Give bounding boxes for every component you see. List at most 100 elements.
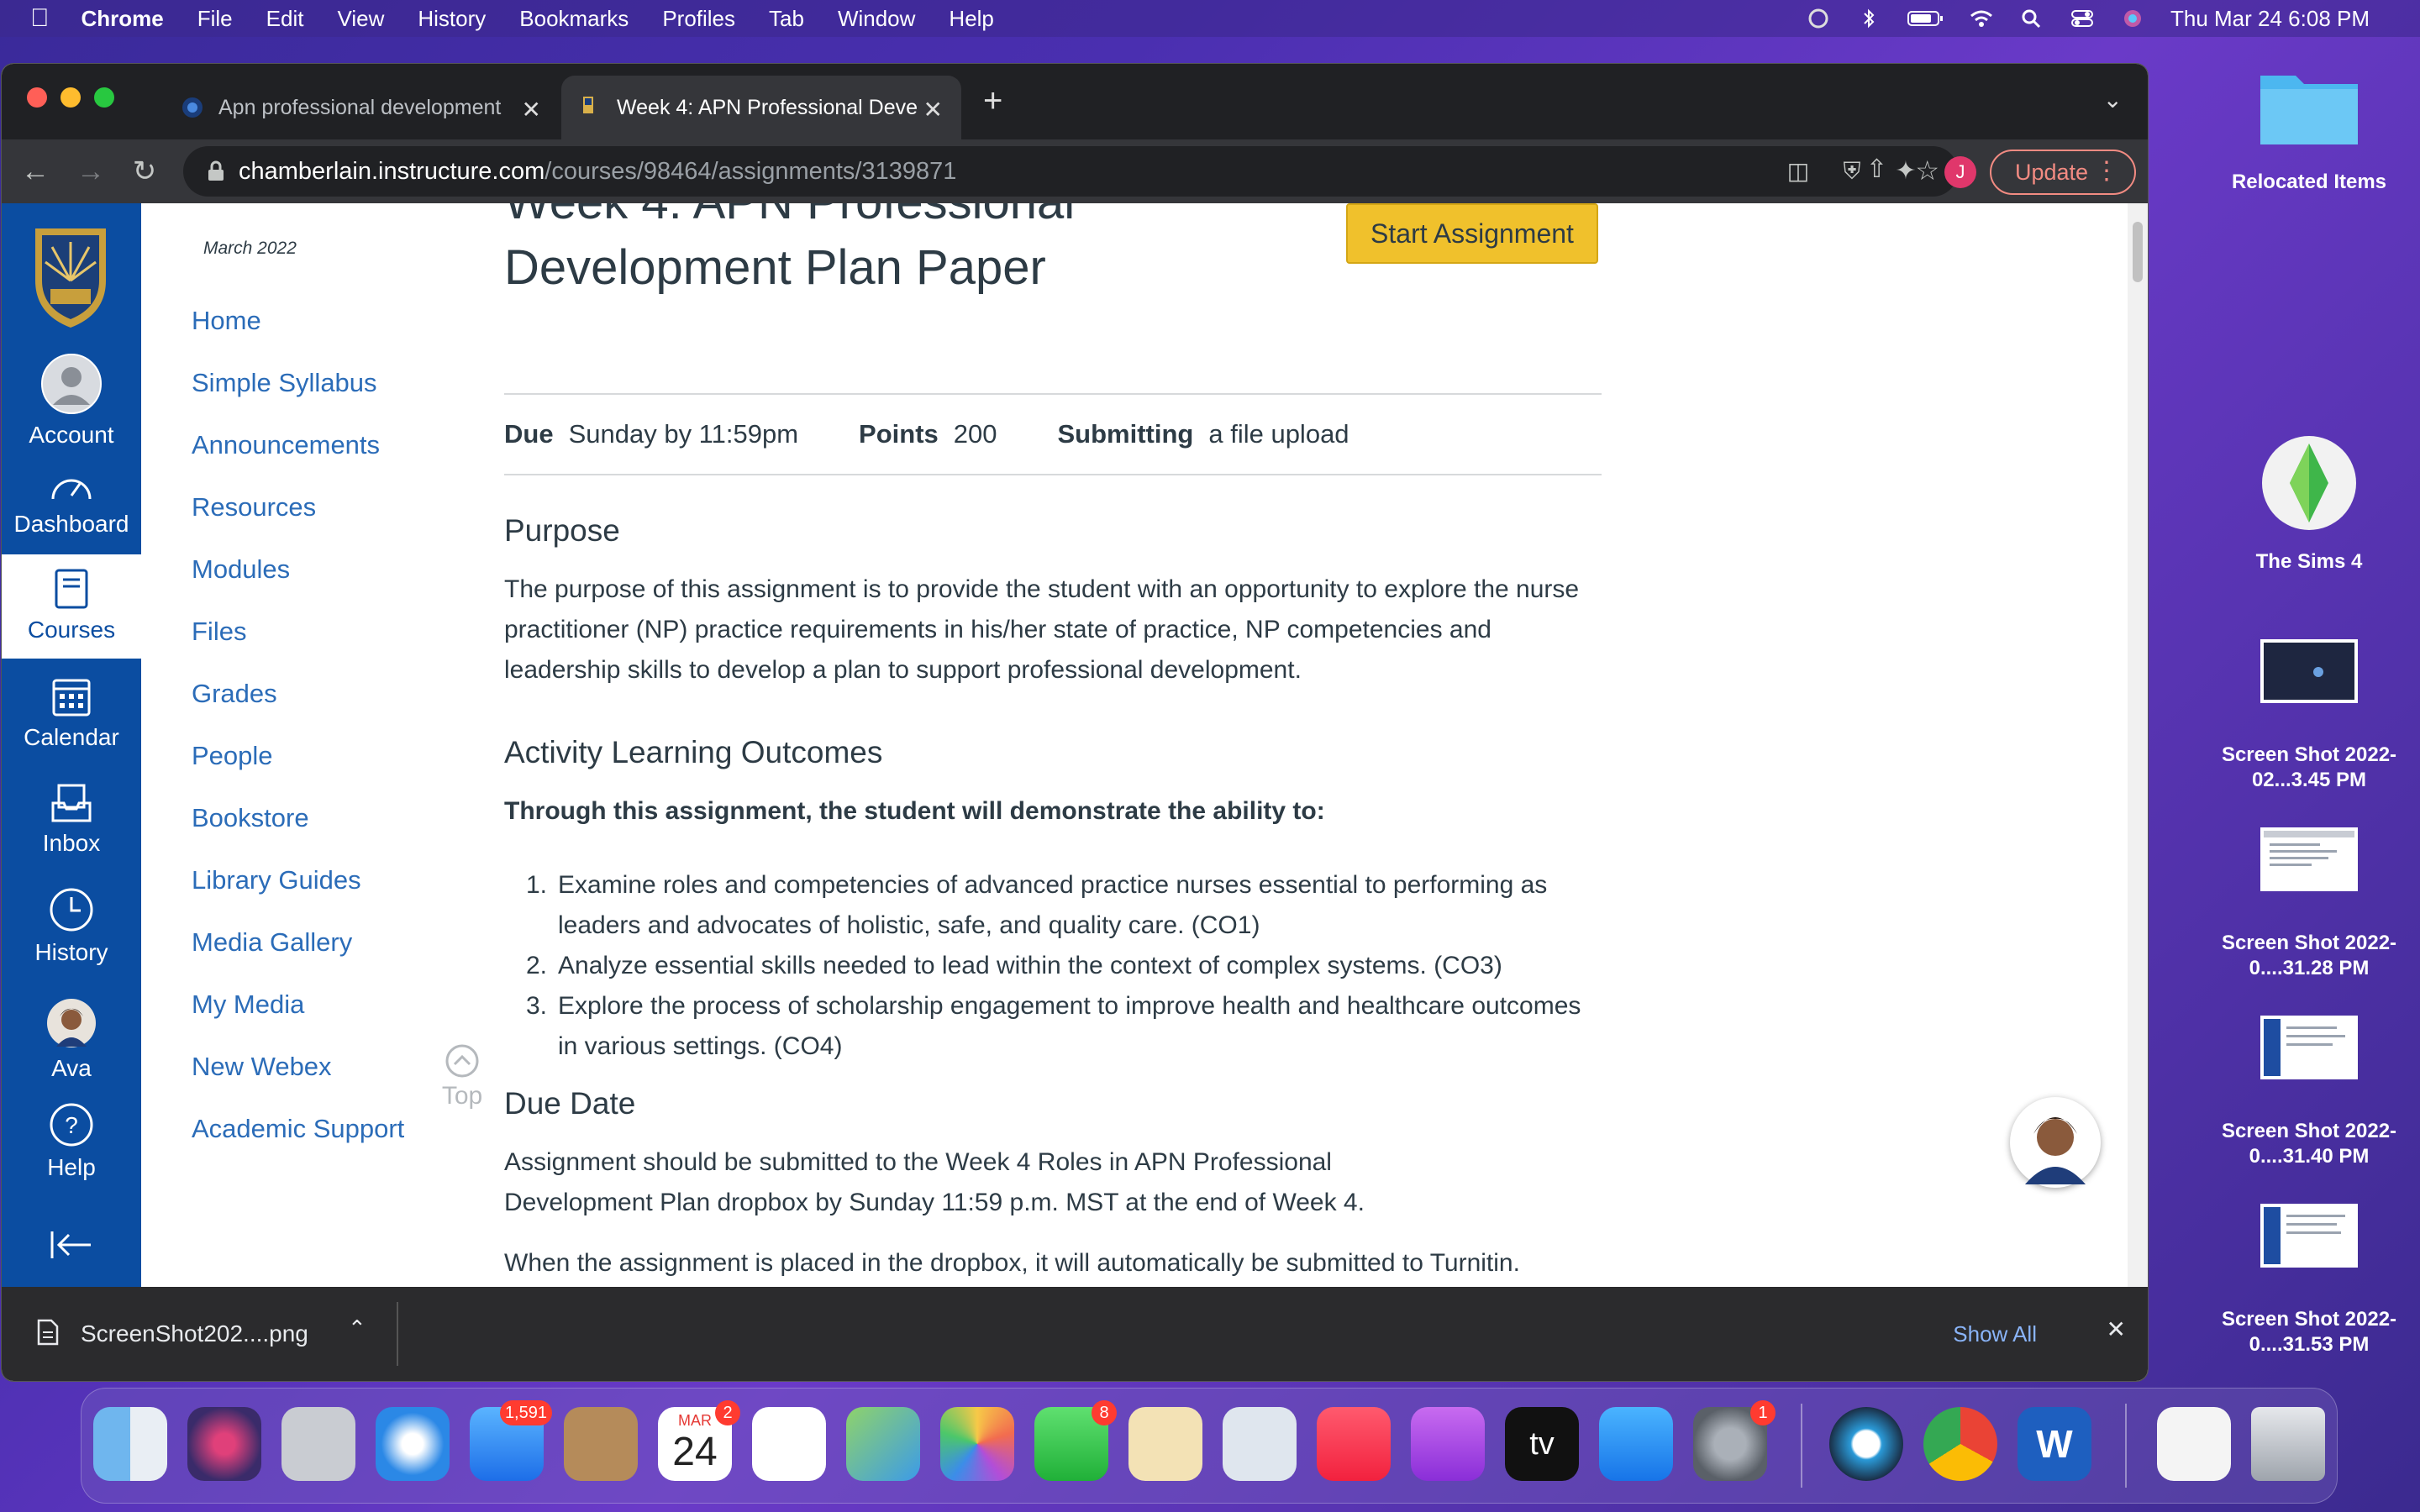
course-nav-grades[interactable]: Grades [192, 679, 277, 709]
global-nav-help[interactable]: ? Help [2, 1102, 141, 1181]
course-nav-simple-syllabus[interactable]: Simple Syllabus [192, 368, 377, 398]
calendar-app-icon[interactable]: MAR 24 2 [658, 1400, 740, 1481]
extension-translate-icon[interactable]: ◫ [1781, 155, 1815, 188]
lock-icon[interactable] [207, 160, 225, 182]
microsoft-word-icon[interactable]: W [2018, 1407, 2091, 1481]
global-nav-calendar[interactable]: Calendar [2, 675, 141, 751]
course-nav-home[interactable]: Home [192, 306, 261, 336]
collapse-nav-icon[interactable] [49, 1228, 94, 1262]
trash-icon[interactable] [2251, 1407, 2325, 1481]
desktop-item-sims-4[interactable]: The Sims 4 [2217, 433, 2402, 575]
start-assignment-button[interactable]: Start Assignment [1346, 203, 1598, 264]
new-tab-button[interactable]: + [983, 82, 1002, 120]
desktop-item-screenshot-1[interactable]: Screen Shot 2022-02...3.45 PM [2217, 638, 2402, 793]
download-item[interactable]: ScreenShot202....png [81, 1320, 308, 1347]
desktop-item-screenshot-3[interactable]: Screen Shot 2022-0....31.40 PM [2217, 1015, 2402, 1169]
apple-menu-icon[interactable]:  [30, 4, 50, 33]
launchpad-icon[interactable] [281, 1407, 355, 1481]
menu-bar-clock[interactable]: Thu Mar 24 6:08 PM [2170, 6, 2370, 32]
close-tab-icon[interactable]: ✕ [923, 96, 943, 123]
global-nav-dashboard[interactable]: Dashboard [2, 469, 141, 538]
spotlight-search-icon[interactable] [2019, 8, 2044, 29]
pages-icon[interactable] [1128, 1407, 1202, 1481]
screen-recorder-icon[interactable] [1829, 1407, 1903, 1481]
address-bar[interactable]: chamberlain.instructure.com /courses/984… [183, 146, 1958, 197]
tab-apn-professional-development[interactable]: Apn professional development ✕ [168, 76, 560, 139]
menu-profiles[interactable]: Profiles [662, 6, 735, 32]
downloads-stack-icon[interactable] [2157, 1407, 2231, 1481]
extension-shield-icon[interactable]: ⛨ [1835, 155, 1869, 188]
close-tab-icon[interactable]: ✕ [522, 96, 541, 123]
menu-tab[interactable]: Tab [769, 6, 804, 32]
tab-week4-assignment[interactable]: Week 4: APN Professional Deve ✕ [561, 76, 961, 139]
facetime-icon[interactable]: 8 [1034, 1400, 1117, 1481]
forward-arrow-icon[interactable]: → [74, 155, 108, 188]
tab-search-chevron-down-icon[interactable]: ⌄ [2103, 86, 2123, 113]
battery-icon[interactable] [1907, 8, 1944, 29]
global-nav-courses[interactable]: Courses [2, 554, 141, 659]
back-to-top-link[interactable]: Top [439, 1043, 486, 1110]
wifi-icon[interactable] [1969, 8, 1994, 29]
finder-icon[interactable] [93, 1407, 167, 1481]
global-nav-history[interactable]: History [2, 887, 141, 966]
course-nav-library-guides[interactable]: Library Guides [192, 865, 361, 895]
menu-help[interactable]: Help [949, 6, 993, 32]
siri-app-icon[interactable] [187, 1407, 261, 1481]
chevron-up-icon[interactable]: ⌃ [348, 1315, 366, 1341]
menu-edit[interactable]: Edit [266, 6, 304, 32]
close-window-button[interactable] [27, 87, 47, 108]
menu-view[interactable]: View [337, 6, 384, 32]
menu-bookmarks[interactable]: Bookmarks [519, 6, 629, 32]
global-nav-account[interactable]: Account [2, 353, 141, 449]
course-nav-announcements[interactable]: Announcements [192, 430, 380, 460]
chrome-icon[interactable] [1923, 1407, 1997, 1481]
desktop-item-relocated-items[interactable]: Relocated Items [2217, 64, 2402, 195]
mail-icon[interactable]: 1,591 [470, 1400, 552, 1481]
course-nav-files[interactable]: Files [192, 617, 246, 647]
zoom-window-button[interactable] [94, 87, 114, 108]
course-nav-new-webex[interactable]: New Webex [192, 1052, 332, 1082]
creative-cloud-icon[interactable] [1806, 8, 1831, 29]
menu-window[interactable]: Window [838, 6, 915, 32]
app-store-icon[interactable] [1599, 1407, 1673, 1481]
menu-file[interactable]: File [197, 6, 233, 32]
ava-chat-bubble[interactable] [2010, 1097, 2101, 1188]
course-nav-resources[interactable]: Resources [192, 492, 316, 522]
keynote-icon[interactable] [1223, 1407, 1297, 1481]
extensions-puzzle-icon[interactable]: ✦ [1889, 155, 1923, 188]
photos-icon[interactable] [940, 1407, 1014, 1481]
system-preferences-icon[interactable]: 1 [1693, 1400, 1776, 1481]
safari-icon[interactable] [376, 1407, 450, 1481]
apple-tv-icon[interactable]: tv [1505, 1407, 1579, 1481]
bluetooth-icon[interactable] [1856, 8, 1881, 29]
contacts-icon[interactable] [564, 1407, 638, 1481]
maps-icon[interactable] [846, 1407, 920, 1481]
page-scrollbar[interactable] [2128, 203, 2148, 1287]
kebab-menu-icon[interactable]: ⋮ [2094, 156, 2119, 186]
institution-logo[interactable] [27, 222, 114, 331]
reload-icon[interactable]: ↻ [128, 155, 161, 188]
course-nav-people[interactable]: People [192, 741, 273, 771]
share-icon[interactable]: ⇧ [1866, 155, 1887, 184]
desktop-item-screenshot-2[interactable]: Screen Shot 2022-0....31.28 PM [2217, 827, 2402, 981]
global-nav-ava[interactable]: Ava [2, 998, 141, 1082]
control-center-icon[interactable] [2070, 8, 2095, 29]
minimize-window-button[interactable] [60, 87, 81, 108]
close-icon[interactable]: ✕ [2107, 1315, 2126, 1343]
course-nav-media-gallery[interactable]: Media Gallery [192, 927, 352, 958]
app-menu-chrome[interactable]: Chrome [82, 6, 164, 32]
music-icon[interactable] [1317, 1407, 1391, 1481]
update-chrome-button[interactable]: Update ⋮ [1990, 150, 2136, 195]
profile-avatar[interactable]: J [1944, 156, 1976, 188]
course-nav-bookstore[interactable]: Bookstore [192, 803, 309, 833]
course-nav-academic-support[interactable]: Academic Support [192, 1114, 404, 1144]
desktop-item-screenshot-4[interactable]: Screen Shot 2022-0....31.53 PM [2217, 1203, 2402, 1357]
course-nav-modules[interactable]: Modules [192, 554, 290, 585]
show-all-button[interactable]: Show All [1953, 1309, 2037, 1359]
global-nav-inbox[interactable]: Inbox [2, 783, 141, 857]
back-arrow-icon[interactable]: ← [18, 155, 52, 188]
scrollbar-thumb[interactable] [2133, 222, 2143, 282]
reminders-icon[interactable] [752, 1407, 826, 1481]
podcasts-icon[interactable] [1411, 1407, 1485, 1481]
course-nav-my-media[interactable]: My Media [192, 990, 304, 1020]
